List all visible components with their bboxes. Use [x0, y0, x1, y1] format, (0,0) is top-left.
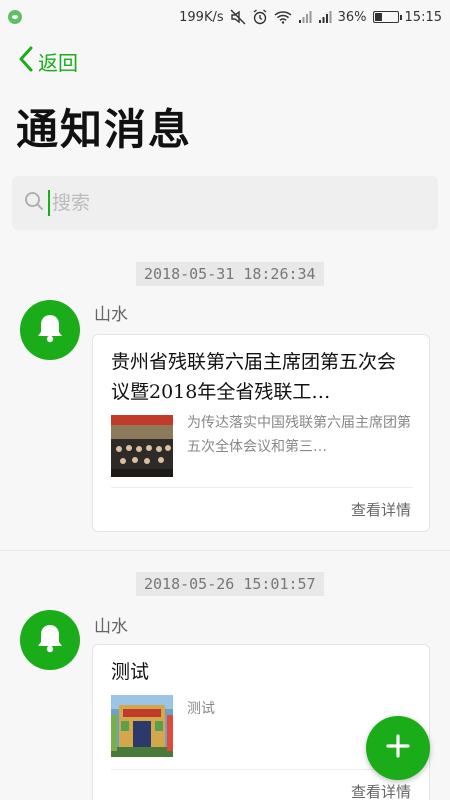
bell-icon — [35, 312, 65, 348]
bell-icon — [35, 622, 65, 658]
message-timestamp: 2018-05-31 18:26:34 — [136, 262, 324, 286]
card-title: 测试 — [111, 661, 150, 683]
card-title: 贵州省残联第六届主席团第五次会议暨2018年全省残联工… — [111, 351, 397, 403]
search-input[interactable] — [52, 192, 392, 214]
view-details-link[interactable]: 查看详情 — [351, 499, 411, 520]
battery-percent: 36% — [337, 9, 367, 25]
card-divider — [111, 769, 413, 770]
message-card[interactable]: 贵州省残联第六届主席团第五次会议暨2018年全省残联工… 为传达落实中国残联第六… — [92, 334, 430, 532]
status-bar: 199K/s 36% 15:15 — [0, 0, 450, 34]
search-bar[interactable] — [12, 176, 438, 230]
page-title: 通知消息 — [16, 105, 193, 154]
text-cursor — [48, 190, 50, 216]
add-button[interactable] — [366, 716, 430, 780]
back-label: 返回 — [38, 51, 78, 75]
sender-name: 山水 — [94, 617, 128, 637]
thumbnail-image — [111, 695, 173, 757]
status-left — [8, 10, 22, 24]
wifi-icon — [274, 10, 292, 24]
card-divider — [111, 487, 413, 488]
thumbnail-image — [111, 415, 173, 477]
plus-icon — [385, 733, 411, 763]
avatar — [20, 610, 80, 670]
card-description: 测试 — [187, 701, 215, 717]
chevron-left-icon — [18, 46, 34, 77]
section-divider — [0, 550, 450, 551]
search-icon — [24, 191, 44, 215]
battery-fill — [374, 13, 383, 21]
signal-icon — [298, 10, 312, 24]
back-button[interactable]: 返回 — [18, 46, 78, 77]
status-right: 199K/s 36% 15:15 — [179, 9, 442, 25]
sender-name: 山水 — [94, 305, 128, 325]
wechat-icon — [8, 10, 22, 24]
view-details-link[interactable]: 查看详情 — [351, 781, 411, 800]
message-timestamp: 2018-05-26 15:01:57 — [136, 572, 324, 596]
alarm-icon — [252, 9, 268, 25]
card-description: 为传达落实中国残联第六届主席团第五次全体会议和第三… — [187, 415, 411, 455]
clock: 15:15 — [404, 9, 442, 25]
signal-icon — [318, 10, 332, 24]
battery-icon — [372, 11, 402, 23]
mute-icon — [230, 9, 246, 25]
avatar — [20, 300, 80, 360]
net-speed: 199K/s — [179, 9, 224, 25]
